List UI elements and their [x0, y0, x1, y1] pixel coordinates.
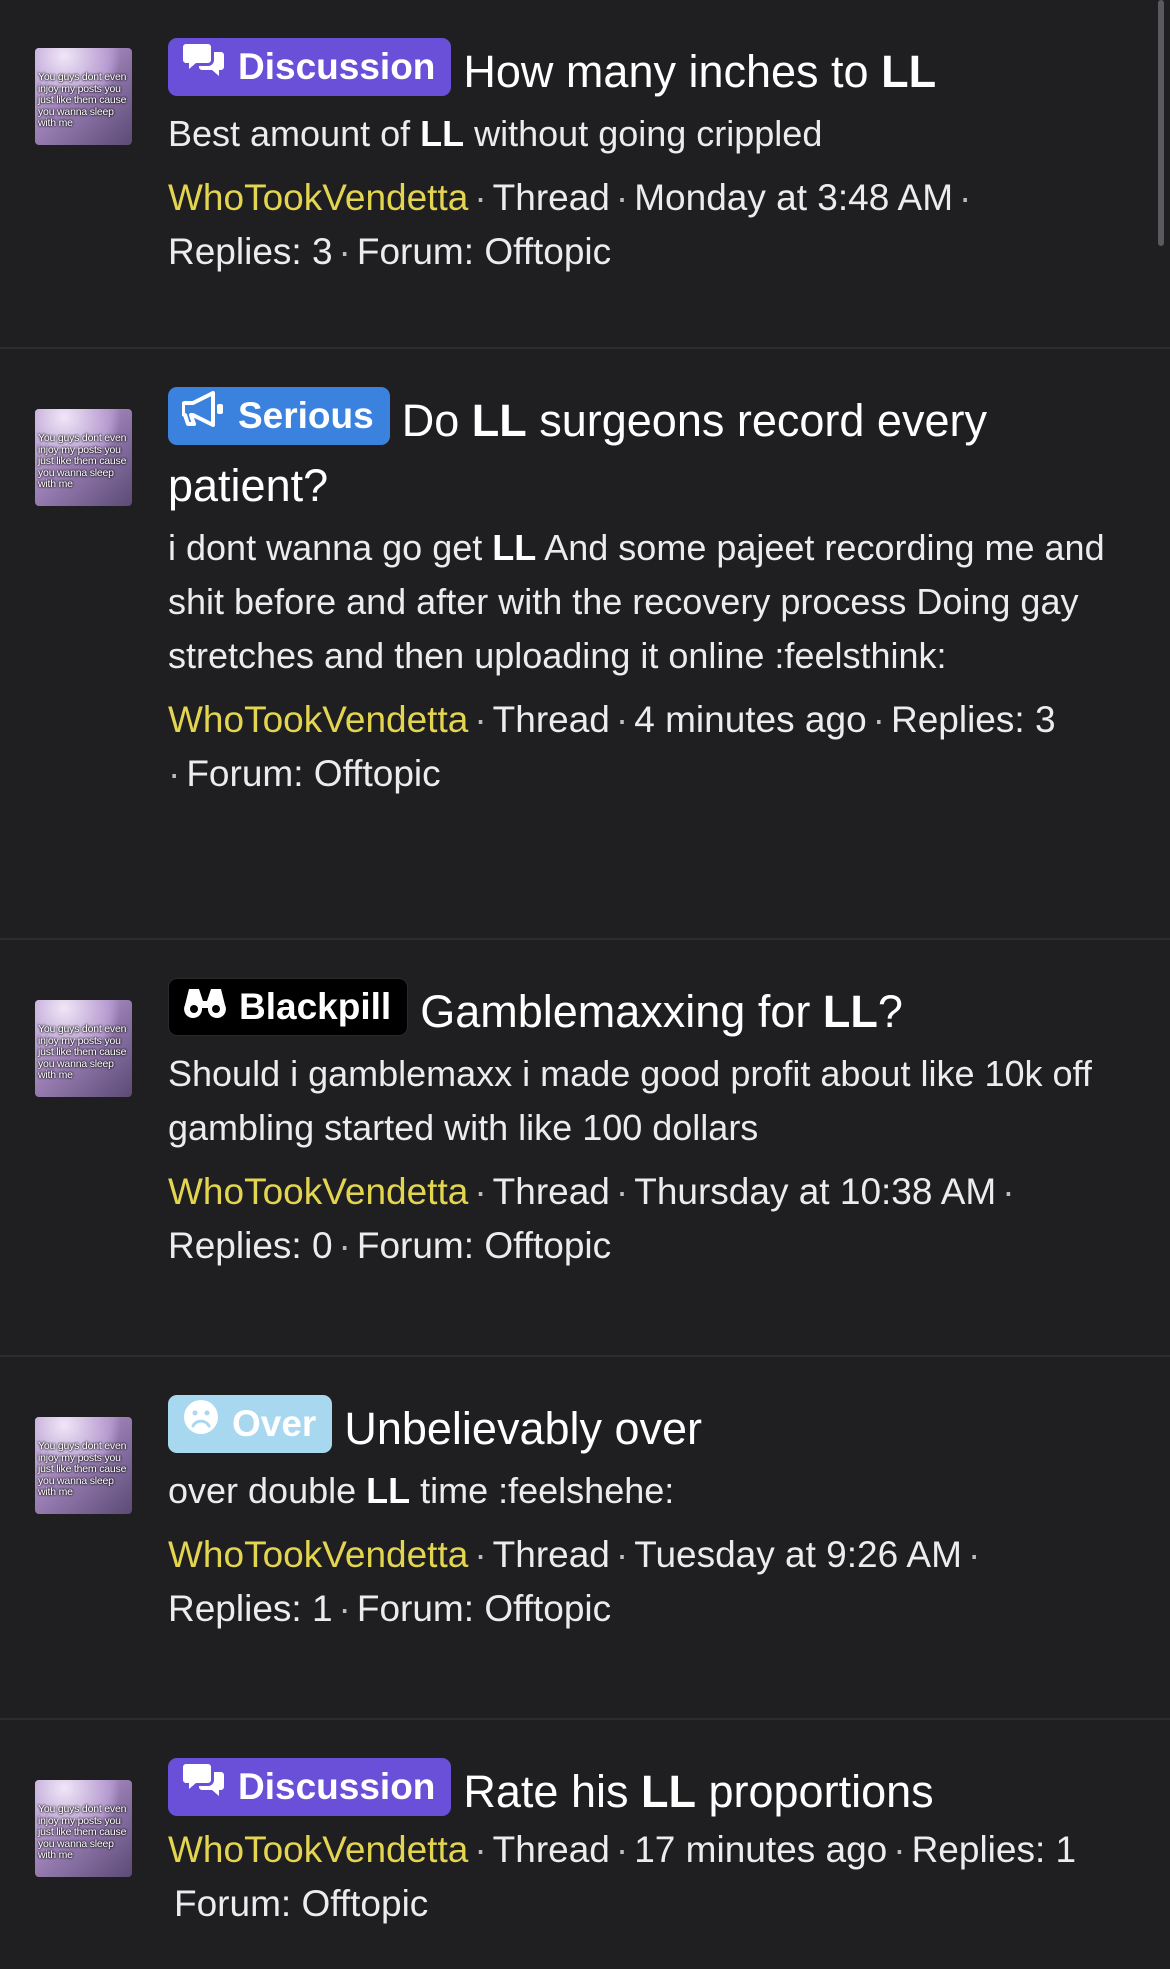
thread-meta: WhoTookVendetta · Thread · 4 minutes ago · Rep…	[168, 699, 1056, 795]
megaphone-icon	[181, 385, 226, 447]
avatar-caption: You guys dont even injoy my posts you ju…	[38, 432, 127, 490]
author-link[interactable]: WhoTookVendetta	[168, 1829, 468, 1870]
chat-bubbles-icon	[182, 1756, 226, 1818]
thread-meta: WhoTookVendetta · Thread · Monday at 3:48 AM…	[168, 177, 972, 273]
avatar-caption: You guys dont even injoy my posts you ju…	[38, 1440, 127, 1498]
forum-link[interactable]: Forum: Offtopic	[357, 1225, 611, 1266]
timestamp[interactable]: 4 minutes ago	[634, 699, 866, 740]
timestamp[interactable]: Thursday at 10:38 AM	[634, 1171, 996, 1212]
avatar[interactable]: You guys dont even injoy my posts you ju…	[35, 1000, 132, 1097]
replies-count: Replies: 3	[890, 699, 1056, 741]
prefix-badge[interactable]: Over	[168, 1393, 333, 1455]
avatar[interactable]: You guys dont even injoy my posts you ju…	[35, 1780, 132, 1877]
thread-meta: WhoTookVendetta · Thread · Thursday at 10:38…	[168, 1171, 1015, 1267]
list-item: You guys dont even injoy my posts you ju…	[0, 0, 1170, 349]
timestamp[interactable]: 17 minutes ago	[634, 1829, 887, 1870]
timestamp[interactable]: Tuesday at 9:26 AM	[634, 1534, 962, 1575]
sad-face-icon	[182, 1393, 220, 1455]
search-results-list: You guys dont even injoy my posts you ju…	[0, 0, 1170, 1969]
thread-snippet: Best amount of LL without going crippled	[168, 113, 823, 155]
author-link[interactable]: WhoTookVendetta	[168, 1534, 468, 1575]
thread-title-link[interactable]: How many inches to LL	[463, 46, 936, 97]
avatar[interactable]: You guys dont even injoy my posts you ju…	[35, 409, 132, 506]
thread-title-link[interactable]: Rate his LL proportions	[463, 1766, 933, 1817]
replies-count: Replies: 1	[911, 1829, 1077, 1871]
binoculars-icon	[183, 976, 227, 1038]
thread-snippet: i dont wanna go get LL And some pajeet r…	[168, 527, 1105, 677]
forum-link[interactable]: Forum: Offtopic	[357, 1588, 611, 1629]
avatar[interactable]: You guys dont even injoy my posts you ju…	[35, 1417, 132, 1514]
prefix-badge[interactable]: Discussion	[168, 1756, 452, 1818]
author-link[interactable]: WhoTookVendetta	[168, 177, 468, 218]
replies-count: Replies: 1	[168, 1588, 333, 1630]
replies-count: Replies: 0	[168, 1225, 333, 1267]
thread-title-link[interactable]: Gamblemaxxing for LL?	[420, 986, 903, 1037]
list-item: You guys dont even injoy my posts you ju…	[0, 1720, 1170, 1969]
prefix-badge[interactable]: Discussion	[168, 36, 452, 98]
author-link[interactable]: WhoTookVendetta	[168, 1171, 468, 1212]
timestamp[interactable]: Monday at 3:48 AM	[634, 177, 953, 218]
avatar-caption: You guys dont even injoy my posts you ju…	[38, 1023, 127, 1081]
avatar-caption: You guys dont even injoy my posts you ju…	[38, 71, 127, 129]
prefix-badge[interactable]: Serious	[168, 385, 390, 447]
replies-count: Replies: 3	[168, 231, 333, 273]
forum-link[interactable]: Forum: Offtopic	[186, 753, 440, 794]
forum-link[interactable]: Forum: Offtopic	[174, 1883, 428, 1924]
avatar[interactable]: You guys dont even injoy my posts you ju…	[35, 48, 132, 145]
author-link[interactable]: WhoTookVendetta	[168, 699, 468, 740]
thread-meta: WhoTookVendetta · Thread · Tuesday at 9:26 A…	[168, 1534, 981, 1630]
thread-snippet: Should i gamblemaxx i made good profit a…	[168, 1053, 1092, 1149]
thread-snippet: over double LL time :feelshehe:	[168, 1470, 675, 1512]
thread-meta: WhoTookVendetta · Thread · 17 minutes ago · Re…	[168, 1829, 1077, 1925]
list-item: You guys dont even injoy my posts you ju…	[0, 1357, 1170, 1720]
prefix-badge[interactable]: Blackpill	[168, 976, 409, 1038]
forum-link[interactable]: Forum: Offtopic	[357, 231, 611, 272]
thread-title-link[interactable]: Unbelievably over	[344, 1403, 702, 1454]
list-item: You guys dont even injoy my posts you ju…	[0, 940, 1170, 1357]
chat-bubbles-icon	[182, 36, 226, 98]
list-item: You guys dont even injoy my posts you ju…	[0, 349, 1170, 940]
avatar-caption: You guys dont even injoy my posts you ju…	[38, 1803, 127, 1861]
